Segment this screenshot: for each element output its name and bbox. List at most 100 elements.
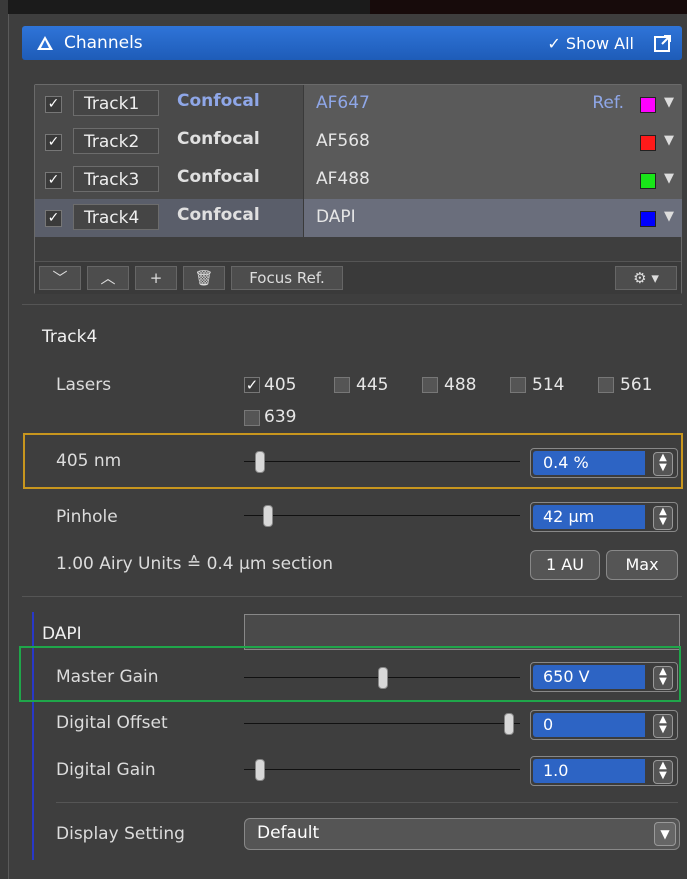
master-gain-label: Master Gain [56, 667, 159, 687]
pinhole-value[interactable]: 42 µm [533, 505, 645, 529]
chevron-up-icon: ︿ [100, 269, 116, 287]
display-setting-dropdown[interactable]: Default ▼ [244, 818, 680, 850]
track-4-name[interactable]: Track4 [73, 204, 159, 230]
channel-color-swatch[interactable] [640, 173, 656, 189]
channel-color-swatch[interactable] [640, 135, 656, 151]
laser-power-slider-handle[interactable] [254, 451, 265, 473]
track-2-mode: Confocal [177, 129, 260, 149]
spin-arrows-icon[interactable]: ▲ ▼ [653, 714, 673, 738]
track-row-1[interactable]: ✓ Track1 Confocal AF647 Ref. ▼ [35, 85, 682, 124]
master-gain-slider-handle[interactable] [378, 667, 388, 689]
track-2-name[interactable]: Track2 [73, 128, 159, 154]
channels-header[interactable]: Channels ✓ Show All [22, 26, 682, 60]
track-row-4[interactable]: ✓ Track4 Confocal DAPI ▼ [35, 199, 682, 238]
panel-title: Channels [64, 33, 143, 53]
show-all-label: Show All [565, 34, 634, 53]
channel-name-field[interactable] [244, 614, 680, 650]
move-up-button[interactable]: ︿ [87, 266, 129, 290]
track-4-channel[interactable]: DAPI ▼ [303, 199, 682, 237]
max-button[interactable]: Max [606, 550, 678, 580]
laser-561-checkbox[interactable] [598, 377, 614, 393]
channel-name: DAPI [316, 207, 356, 227]
digital-gain-slider-handle[interactable] [254, 759, 265, 781]
track-3-checkbox[interactable]: ✓ [45, 172, 62, 189]
display-setting-label: Display Setting [56, 824, 185, 844]
delete-track-button[interactable]: 🗑 [183, 266, 225, 290]
show-all-toggle[interactable]: ✓ Show All [547, 34, 634, 53]
laser-488-checkbox[interactable] [422, 377, 438, 393]
spin-arrows-icon[interactable]: ▲ ▼ [653, 506, 673, 530]
laser-639-label: 639 [264, 407, 297, 427]
digital-offset-slider-handle[interactable] [503, 713, 514, 735]
digital-gain-value[interactable]: 1.0 [533, 759, 645, 783]
pinhole-label: Pinhole [56, 507, 118, 527]
checkmark-icon: ✓ [547, 34, 561, 53]
collapse-triangle-icon[interactable] [36, 35, 54, 51]
digital-offset-slider[interactable] [244, 723, 520, 724]
chevron-down-icon[interactable]: ▼ [664, 133, 674, 148]
laser-405-label: 405 [264, 375, 297, 395]
master-gain-value[interactable]: 650 V [533, 665, 645, 689]
one-au-button[interactable]: 1 AU [530, 550, 600, 580]
section-divider [22, 304, 682, 305]
laser-488-label: 488 [444, 375, 477, 395]
laser-power-slider[interactable] [244, 461, 520, 462]
undock-icon[interactable] [654, 34, 672, 52]
trash-icon: 🗑 [194, 269, 214, 287]
display-setting-value: Default [257, 823, 320, 843]
laser-514-checkbox[interactable] [510, 377, 526, 393]
laser-power-spinbox[interactable]: 0.4 % ▲ ▼ [530, 448, 678, 478]
laser-445-checkbox[interactable] [334, 377, 350, 393]
track-4-checkbox[interactable]: ✓ [45, 210, 62, 227]
ref-label: Ref. [592, 93, 624, 113]
focus-ref-button[interactable]: Focus Ref. [231, 266, 343, 290]
chevron-down-icon[interactable]: ▼ [664, 95, 674, 110]
move-down-button[interactable]: ﹀ [39, 266, 81, 290]
track-3-channel[interactable]: AF488 ▼ [303, 161, 682, 199]
digital-offset-label: Digital Offset [56, 713, 168, 733]
laser-power-value[interactable]: 0.4 % [533, 451, 645, 475]
track-1-mode: Confocal [177, 91, 260, 111]
track-2-channel[interactable]: AF568 ▼ [303, 123, 682, 161]
lasers-label: Lasers [56, 375, 112, 395]
digital-offset-value[interactable]: 0 [533, 713, 645, 737]
channel-name: AF647 [316, 93, 370, 113]
pinhole-spinbox[interactable]: 42 µm ▲ ▼ [530, 502, 678, 532]
track-2-checkbox[interactable]: ✓ [45, 134, 62, 151]
spin-arrows-icon[interactable]: ▲ ▼ [653, 452, 673, 476]
track-list-spacer [35, 237, 681, 262]
track-row-3[interactable]: ✓ Track3 Confocal AF488 ▼ [35, 161, 682, 200]
chevron-down-icon[interactable]: ▼ [664, 209, 674, 224]
master-gain-spinbox[interactable]: 650 V ▲ ▼ [530, 662, 678, 692]
track-row-2[interactable]: ✓ Track2 Confocal AF568 ▼ [35, 123, 682, 162]
section-divider [56, 802, 678, 803]
digital-gain-spinbox[interactable]: 1.0 ▲ ▼ [530, 756, 678, 786]
spin-arrows-icon[interactable]: ▲ ▼ [653, 760, 673, 784]
track-list: ✓ Track1 Confocal AF647 Ref. ▼ ✓ Track2 … [34, 84, 682, 294]
left-edge [0, 0, 8, 879]
settings-menu-button[interactable]: ⚙ ▾ [615, 266, 677, 290]
laser-561-label: 561 [620, 375, 653, 395]
pinhole-slider-handle[interactable] [262, 505, 273, 527]
spin-arrows-icon[interactable]: ▲ ▼ [653, 666, 673, 690]
channel-color-swatch[interactable] [640, 97, 656, 113]
laser-514-label: 514 [532, 375, 565, 395]
add-track-button[interactable]: + [135, 266, 177, 290]
airy-units-label: 1.00 Airy Units ≙ 0.4 µm section [56, 554, 334, 574]
chevron-down-icon: ﹀ [52, 269, 68, 287]
track-3-name[interactable]: Track3 [73, 166, 159, 192]
track-1-name[interactable]: Track1 [73, 90, 159, 116]
track-1-checkbox[interactable]: ✓ [45, 96, 62, 113]
chevron-down-icon[interactable]: ▼ [664, 171, 674, 186]
digital-offset-spinbox[interactable]: 0 ▲ ▼ [530, 710, 678, 740]
track-toolbar: ﹀ ︿ + 🗑 Focus Ref. ⚙ ▾ [35, 261, 681, 294]
chevron-down-icon[interactable]: ▼ [654, 822, 676, 846]
laser-639-checkbox[interactable] [244, 410, 260, 426]
digital-gain-slider[interactable] [244, 769, 520, 770]
channel-color-swatch[interactable] [640, 211, 656, 227]
laser-power-label: 405 nm [56, 451, 122, 471]
track-1-channel[interactable]: AF647 Ref. ▼ [303, 85, 682, 123]
laser-405-checkbox[interactable]: ✓ [244, 377, 260, 393]
pinhole-slider[interactable] [244, 515, 520, 516]
channel-settings-title: DAPI [42, 624, 82, 644]
